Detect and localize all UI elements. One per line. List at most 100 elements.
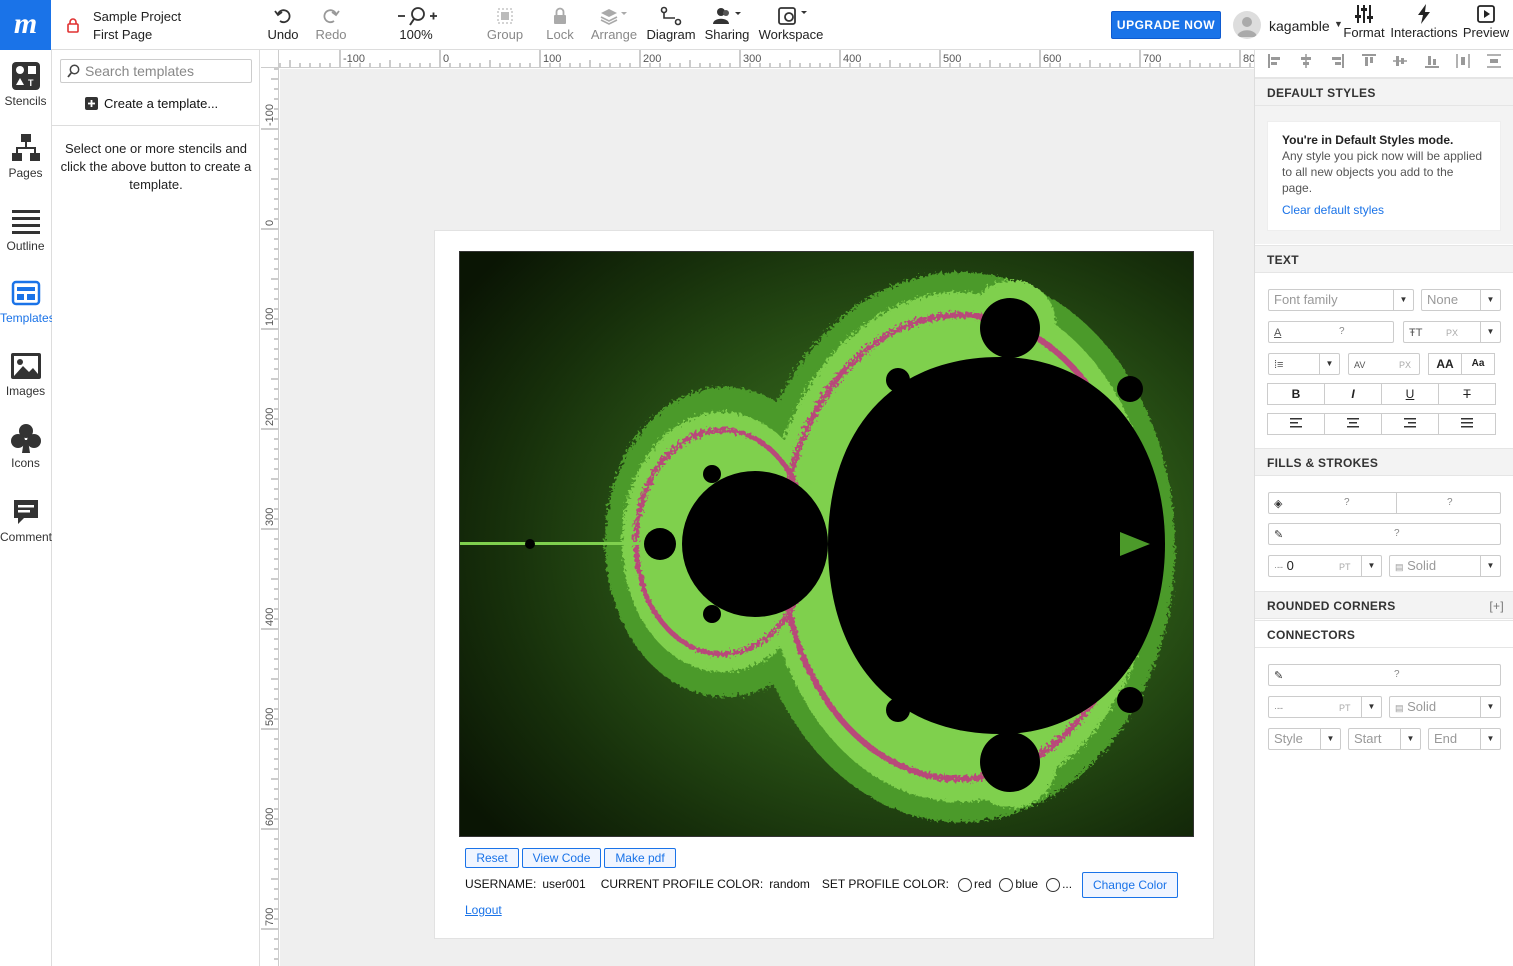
rounded-corners-expand: [+] (1489, 599, 1504, 613)
radio-red[interactable]: red (958, 877, 991, 892)
svg-text:T: T (28, 78, 34, 88)
workspace-button[interactable]: Workspace (758, 6, 824, 42)
underline-button[interactable]: U (1381, 383, 1439, 405)
align-center-icon[interactable] (1299, 54, 1313, 73)
make-pdf-button[interactable]: Make pdf (604, 848, 676, 868)
zoom-control[interactable]: 100% (388, 6, 444, 42)
rail-templates[interactable]: Templates (0, 277, 55, 325)
smallcaps-button[interactable]: Aa (1461, 353, 1495, 375)
italic-button[interactable]: I (1324, 383, 1382, 405)
project-info[interactable]: Sample Project First Page (93, 8, 181, 44)
connector-style-select[interactable]: ▤ Solid ▼ (1389, 696, 1501, 718)
rounded-corners-header[interactable]: ROUNDED CORNERS [+] (1255, 591, 1513, 619)
redo-button[interactable]: Redo (313, 6, 349, 42)
align-left-icon[interactable] (1267, 54, 1282, 73)
line-height-select[interactable]: ⁞≡ ▼ (1268, 353, 1340, 375)
align-middle-icon[interactable] (1393, 54, 1408, 73)
user-menu-caret-icon[interactable]: ▼ (1334, 19, 1343, 29)
connector-width-input[interactable]: ·-- PT ▼ (1268, 696, 1382, 718)
ruler-label: 0 (264, 220, 276, 226)
undo-button[interactable]: Undo (265, 6, 301, 42)
user-avatar[interactable] (1233, 11, 1261, 39)
image-icon (10, 353, 41, 379)
arrange-button[interactable]: Arrange (590, 6, 638, 42)
interactions-button[interactable]: Interactions (1389, 4, 1459, 40)
radio-more[interactable]: ... (1046, 877, 1072, 892)
fill-color-input[interactable]: ◈?? (1268, 492, 1501, 514)
username-label[interactable]: kagamble (1269, 18, 1330, 34)
club-icon (10, 424, 41, 453)
upgrade-now-button[interactable]: UPGRADE NOW (1111, 11, 1221, 39)
change-color-button[interactable]: Change Color (1082, 872, 1178, 898)
canvas-area[interactable]: Reset View Code Make pdf USERNAME: user0… (280, 69, 1254, 966)
stroke-style-select[interactable]: ▤ Solid ▼ (1389, 555, 1501, 577)
preview-button[interactable]: Preview (1461, 4, 1511, 40)
strikethrough-button[interactable]: T (1438, 383, 1496, 405)
text-justify-button[interactable] (1438, 413, 1496, 435)
divider (52, 125, 259, 126)
connector-color-input[interactable]: ✎? (1268, 664, 1501, 686)
view-code-button[interactable]: View Code (522, 848, 601, 868)
align-top-icon[interactable] (1361, 54, 1376, 73)
letter-spacing-input[interactable]: AV PX (1348, 353, 1420, 375)
mandelbrot-fractal-image[interactable] (459, 251, 1194, 837)
align-bottom-icon[interactable] (1424, 54, 1439, 73)
clear-default-styles-link[interactable]: Clear default styles (1282, 202, 1486, 218)
connector-start-select[interactable]: Start ▼ (1348, 728, 1421, 750)
text-align-center-button[interactable] (1324, 413, 1382, 435)
rail-pages[interactable]: Pages (0, 132, 51, 180)
sharing-button[interactable]: Sharing (703, 6, 751, 42)
add-icon (85, 97, 98, 110)
connectors-header: CONNECTORS (1255, 620, 1513, 648)
distribute-vertical-icon[interactable] (1487, 54, 1502, 73)
connector-end-select[interactable]: End ▼ (1428, 728, 1501, 750)
ruler-label: 400 (843, 53, 861, 65)
text-align-right-button[interactable] (1381, 413, 1439, 435)
distribute-horizontal-icon[interactable] (1456, 54, 1470, 73)
ruler-horizontal[interactable]: -100 0 100 200 300 400 500 600 700 800 (261, 50, 1254, 68)
logout-link[interactable]: Logout (465, 903, 502, 917)
rail-stencils[interactable]: T Stencils (0, 60, 51, 108)
format-button[interactable]: Format (1343, 4, 1385, 40)
ruler-corner (261, 50, 279, 68)
align-right-icon[interactable] (1330, 54, 1345, 73)
search-templates-input[interactable]: Search templates (60, 59, 252, 83)
page-frame[interactable]: Reset View Code Make pdf USERNAME: user0… (434, 230, 1214, 939)
stroke-color-input[interactable]: ✎? (1268, 523, 1501, 545)
uppercase-button[interactable]: AA (1428, 353, 1462, 375)
rail-comments[interactable]: Comments (0, 496, 58, 544)
create-template-button[interactable]: Create a template... (85, 96, 218, 111)
stroke-width-icon: ·-- (1274, 562, 1283, 572)
text-align-group (1267, 413, 1496, 435)
stroke-width-input[interactable]: ·-- 0 PT ▼ (1268, 555, 1382, 577)
ruler-label: 600 (264, 808, 276, 826)
font-color-input[interactable]: A? (1268, 321, 1394, 343)
templates-panel: Search templates Create a template... Se… (52, 50, 260, 966)
rail-outline[interactable]: Outline (0, 205, 51, 253)
lock-icon[interactable] (66, 17, 80, 38)
lock-button[interactable]: Lock (540, 6, 580, 42)
fills-strokes-header: FILLS & STROKES (1255, 448, 1513, 476)
font-size-input[interactable]: ŦT PX ▼ (1403, 321, 1501, 343)
stroke-style-icon: ▤ (1395, 703, 1404, 713)
connector-line-style-select[interactable]: Style ▼ (1268, 728, 1341, 750)
chevron-down-icon: ▼ (1480, 697, 1500, 717)
bold-button[interactable]: B (1267, 383, 1325, 405)
text-case-group: AA Aa (1428, 353, 1495, 375)
ruler-vertical[interactable]: -100 0 100 200 300 400 500 600 700 (261, 68, 279, 966)
page-name: First Page (93, 27, 153, 42)
text-align-left-button[interactable] (1267, 413, 1325, 435)
diagram-button[interactable]: Diagram (645, 6, 697, 42)
pencil-icon: ✎ (1274, 670, 1284, 682)
rail-icons[interactable]: Icons (0, 422, 51, 470)
font-style-select[interactable]: None ▼ (1421, 289, 1501, 311)
stencils-icon: T (11, 62, 40, 90)
reset-button[interactable]: Reset (465, 848, 519, 868)
app-logo[interactable]: m (0, 0, 51, 50)
group-button[interactable]: Group (484, 6, 526, 42)
radio-blue[interactable]: blue (999, 877, 1038, 892)
font-family-select[interactable]: Font family ▼ (1268, 289, 1414, 311)
ruler-label: -100 (343, 53, 365, 65)
layers-icon (600, 9, 627, 25)
rail-images[interactable]: Images (0, 350, 51, 398)
